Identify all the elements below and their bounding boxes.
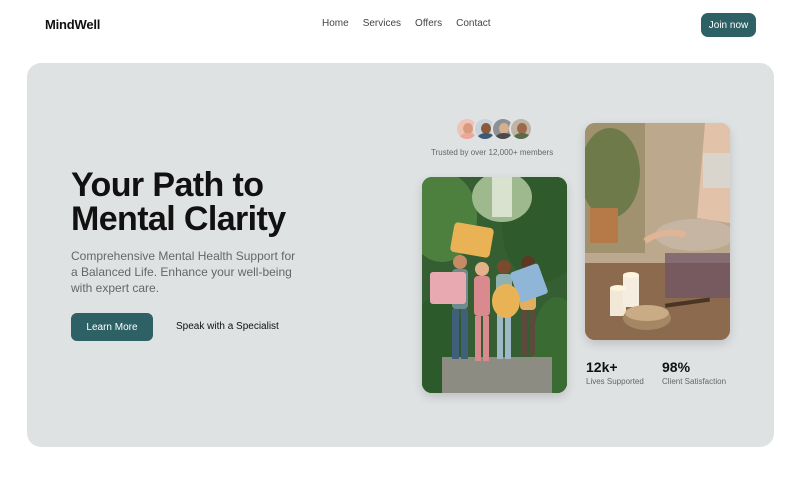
member-avatars	[455, 117, 533, 141]
avatar	[509, 117, 533, 141]
yoga-photo-card	[585, 123, 730, 340]
hero-subtext: Comprehensive Mental Health Support for …	[71, 249, 296, 295]
stat-satisfaction-value: 98%	[662, 359, 691, 375]
nav-offers[interactable]: Offers	[415, 18, 442, 29]
hero-headline: Your Path to Mental Clarity	[71, 168, 286, 236]
yoga-photo-illustration	[585, 123, 730, 340]
logo[interactable]: MindWell	[45, 17, 100, 32]
stat-lives-value: 12k+	[586, 359, 618, 375]
hero-section: Your Path to Mental Clarity Comprehensiv…	[27, 63, 774, 447]
group-photo-card	[422, 177, 567, 393]
main-nav: Home Services Offers Contact	[322, 18, 491, 29]
headline-line-1: Your Path to	[71, 166, 264, 204]
learn-more-button[interactable]: Learn More	[71, 313, 153, 341]
headline-line-2: Mental Clarity	[71, 200, 286, 238]
group-photo-illustration	[422, 177, 567, 393]
site-header: MindWell Home Services Offers Contact Jo…	[0, 0, 800, 50]
nav-services[interactable]: Services	[363, 18, 401, 29]
nav-contact[interactable]: Contact	[456, 18, 490, 29]
trusted-by-text: Trusted by over 12,000+ members	[431, 148, 554, 157]
join-now-button[interactable]: Join now	[701, 13, 756, 37]
speak-with-specialist-link[interactable]: Speak with a Specialist	[176, 321, 279, 332]
stat-satisfaction-label: Client Satisfaction	[662, 377, 727, 386]
nav-home[interactable]: Home	[322, 18, 349, 29]
stat-lives-label: Lives Supported	[586, 377, 644, 386]
